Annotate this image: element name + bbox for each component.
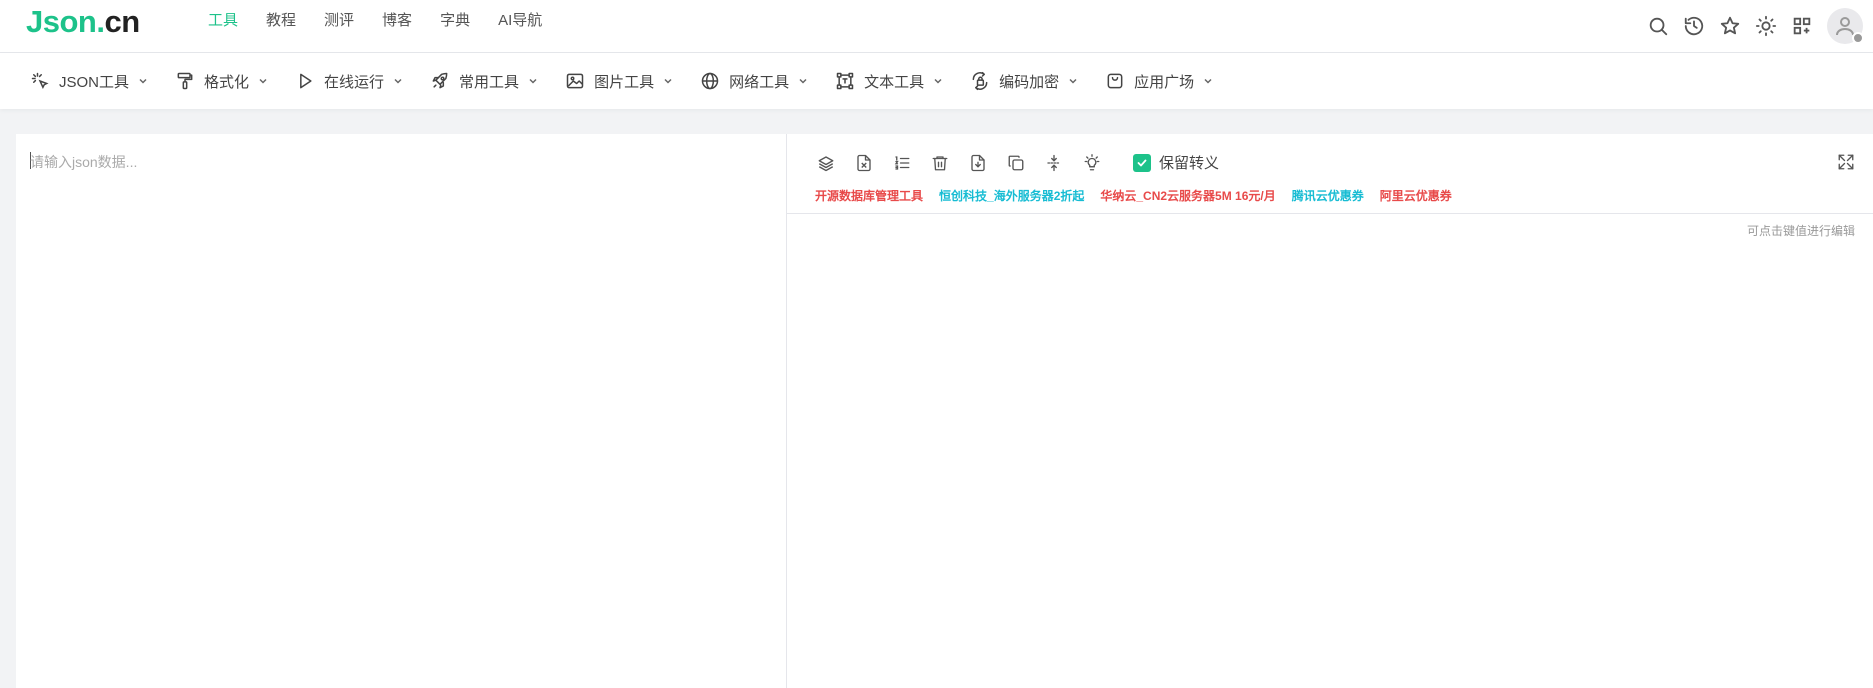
ad-link-huanayun[interactable]: 华纳云_CN2云服务器5M 16元/月	[1100, 187, 1275, 204]
ad-link-hengchuang[interactable]: 恒创科技_海外服务器2折起	[939, 187, 1084, 204]
file-excel-icon[interactable]	[855, 154, 873, 172]
nav-item-tools[interactable]: 工具	[208, 10, 238, 32]
theme-sun-icon[interactable]	[1755, 15, 1777, 37]
logo-part-json: Json.	[26, 4, 105, 39]
apps-icon[interactable]	[1791, 15, 1813, 37]
copy-icon[interactable]	[1007, 154, 1025, 172]
paint-roller-icon	[175, 71, 195, 91]
chevron-down-icon	[257, 75, 269, 87]
rocket-icon	[430, 71, 450, 91]
ad-links: 开源数据库管理工具 恒创科技_海外服务器2折起 华纳云_CN2云服务器5M 16…	[815, 187, 1468, 204]
chevron-down-icon	[137, 75, 149, 87]
main-nav: 工具 教程 测评 博客 字典 AI导航	[208, 10, 570, 32]
menu-label: 网络工具	[729, 73, 790, 91]
menu-common-tools[interactable]: 常用工具	[430, 71, 539, 92]
menu-label: 编码加密	[999, 73, 1060, 91]
chevron-down-icon	[392, 75, 404, 87]
top-header: Json.cn 工具 教程 测评 博客 字典 AI导航	[0, 0, 1873, 53]
shopping-bag-icon	[1105, 71, 1125, 91]
ad-link-db-tool[interactable]: 开源数据库管理工具	[815, 187, 923, 204]
globe-icon	[700, 71, 720, 91]
sparkle-cursor-icon	[30, 71, 50, 91]
checkbox-label: 保留转义	[1159, 155, 1220, 172]
menu-label: 图片工具	[594, 73, 655, 91]
user-avatar[interactable]	[1827, 8, 1864, 44]
menu-encode-encrypt[interactable]: 编码加密	[970, 71, 1079, 92]
nav-item-reviews[interactable]: 测评	[324, 10, 354, 32]
checkbox-checked[interactable]	[1133, 153, 1151, 172]
edit-hint: 可点击键值进行编辑	[1746, 224, 1855, 238]
history-icon[interactable]	[1683, 15, 1705, 37]
ad-link-tencent-coupon[interactable]: 腾讯云优惠券	[1292, 187, 1364, 204]
menu-text-tools[interactable]: 文本工具	[835, 71, 944, 92]
menu-label: 在线运行	[324, 73, 385, 91]
menu-label: JSON工具	[59, 73, 130, 91]
menu-online-run[interactable]: 在线运行	[295, 71, 404, 92]
menu-network-tools[interactable]: 网络工具	[700, 71, 809, 92]
search-icon[interactable]	[1647, 15, 1669, 37]
chevron-down-icon	[797, 75, 809, 87]
check-icon	[1137, 159, 1147, 166]
menu-format[interactable]: 格式化	[175, 71, 269, 92]
layers-icon[interactable]	[817, 154, 835, 172]
image-icon	[565, 71, 585, 91]
chevron-down-icon	[662, 75, 674, 87]
menu-label: 格式化	[204, 73, 250, 91]
chevron-down-icon	[932, 75, 944, 87]
menu-json-tools[interactable]: JSON工具	[30, 71, 149, 92]
encode-lock-icon	[970, 71, 990, 91]
menu-image-tools[interactable]: 图片工具	[565, 71, 674, 92]
ad-link-aliyun-coupon[interactable]: 阿里云优惠券	[1380, 187, 1452, 204]
trash-icon[interactable]	[931, 154, 949, 172]
chevron-down-icon	[527, 75, 539, 87]
menu-label: 应用广场	[1134, 73, 1195, 91]
tool-menu-bar: JSON工具 格式化 在线运行 常用工具 图片工具 网络工具 文本工具 编码加密…	[0, 53, 1873, 109]
bulb-icon[interactable]	[1083, 153, 1101, 172]
logo-part-cn: cn	[104, 4, 140, 39]
ordered-list-icon[interactable]	[893, 154, 911, 172]
nav-item-blog[interactable]: 博客	[382, 10, 412, 32]
top-actions	[1633, 0, 1873, 52]
file-download-icon[interactable]	[969, 154, 987, 172]
nav-item-ai-nav[interactable]: AI导航	[498, 10, 542, 32]
chevron-down-icon	[1067, 75, 1079, 87]
output-toolbar: 保留转义	[817, 152, 1219, 173]
chevron-down-icon	[1202, 75, 1214, 87]
play-icon	[295, 71, 315, 91]
menu-label: 文本工具	[864, 73, 925, 91]
menu-label: 常用工具	[459, 73, 520, 91]
divider	[787, 213, 1873, 214]
nav-item-dictionary[interactable]: 字典	[440, 10, 470, 32]
compress-icon[interactable]	[1045, 154, 1063, 172]
json-input-panel	[16, 134, 787, 688]
site-logo[interactable]: Json.cn	[26, 4, 140, 40]
json-output-panel: 保留转义 开源数据库管理工具 恒创科技_海外服务器2折起 华纳云_CN2云服务器…	[787, 134, 1873, 688]
fullscreen-icon[interactable]	[1837, 153, 1855, 171]
keep-escape-checkbox[interactable]: 保留转义	[1133, 152, 1219, 173]
star-icon[interactable]	[1719, 15, 1741, 37]
json-input-editor[interactable]	[30, 152, 770, 672]
nav-item-tutorials[interactable]: 教程	[266, 10, 296, 32]
menu-app-plaza[interactable]: 应用广场	[1105, 71, 1214, 92]
status-dot	[1852, 32, 1864, 44]
text-box-icon	[835, 71, 855, 91]
